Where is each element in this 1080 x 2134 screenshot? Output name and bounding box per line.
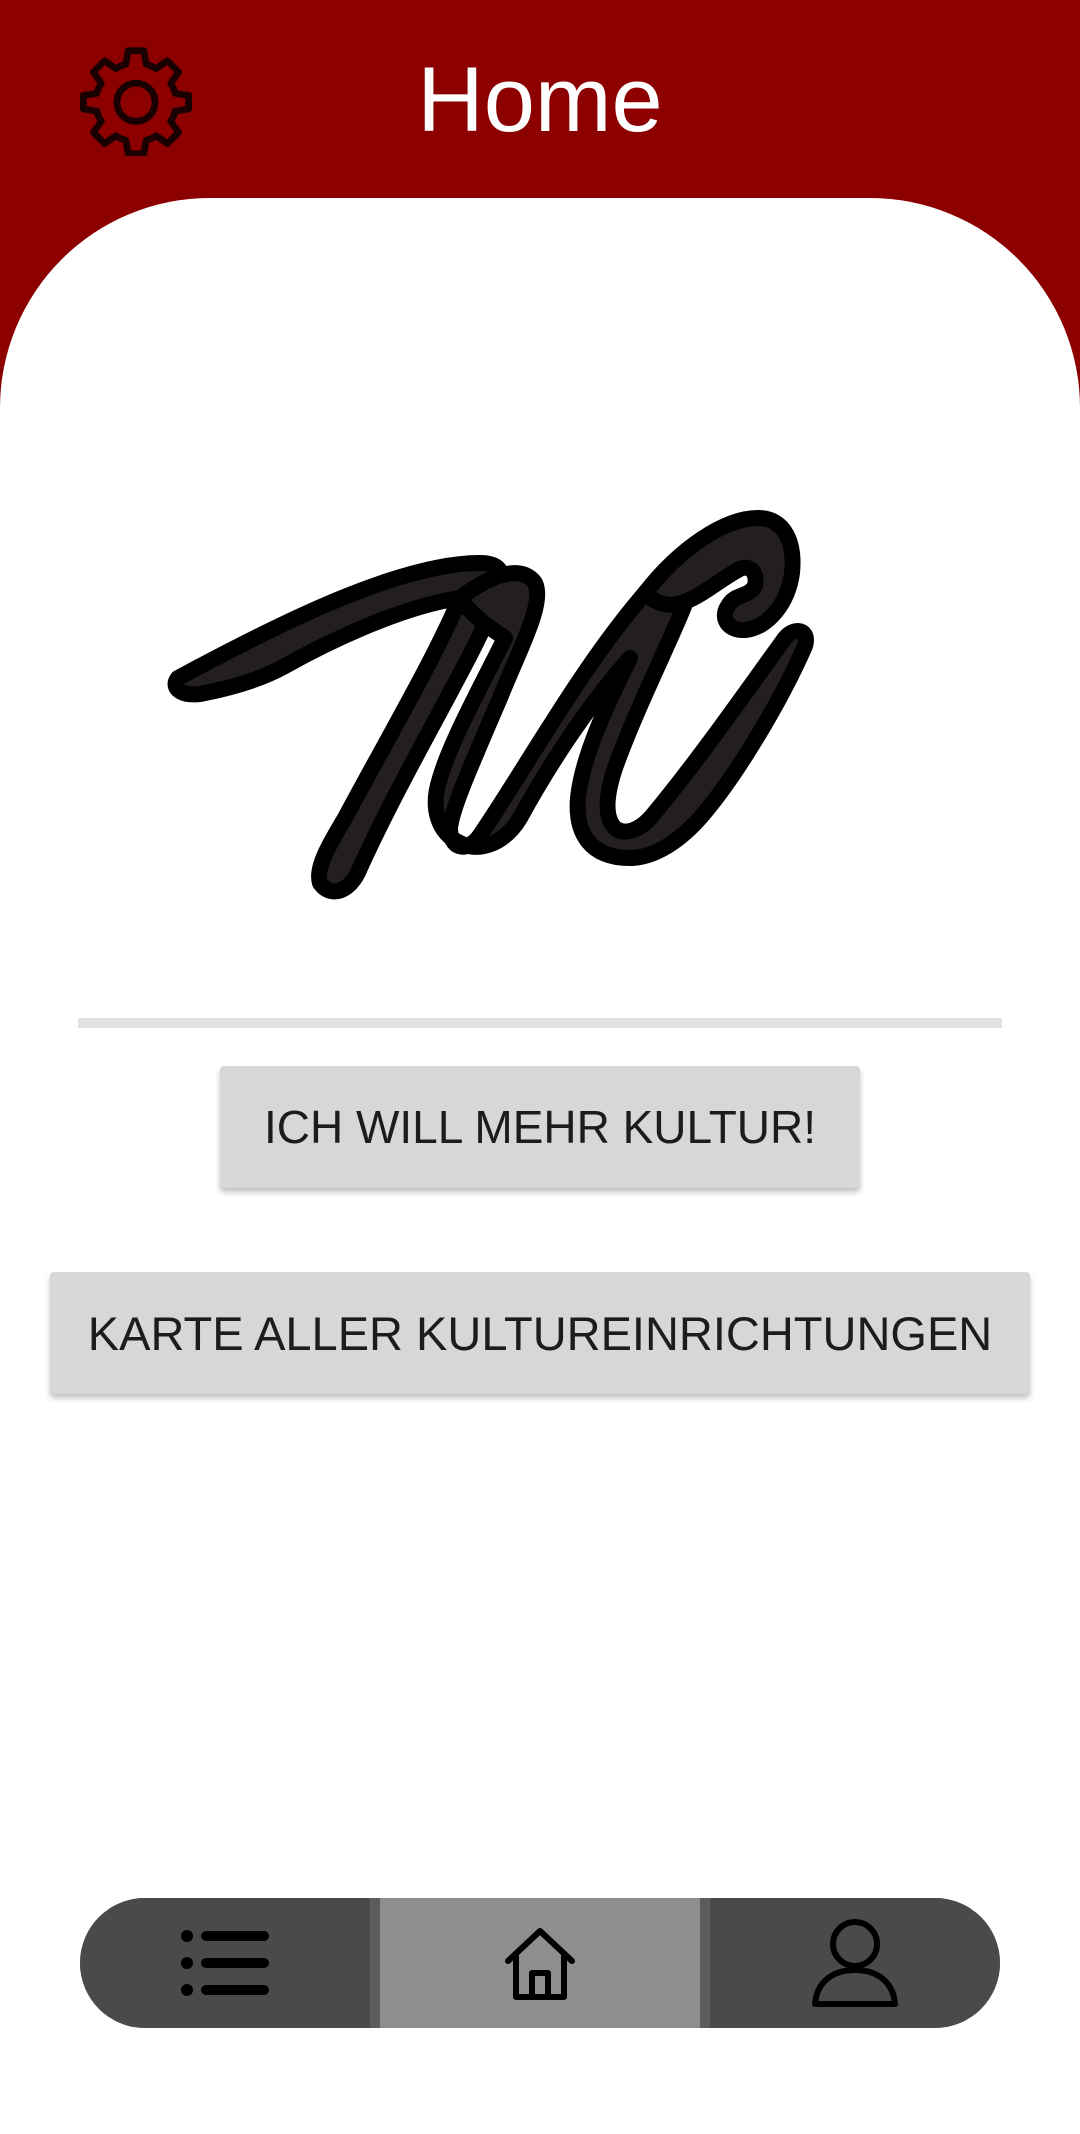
main-content: ICH WILL MEHR KULTUR! KARTE ALLER KULTUR…: [0, 198, 1080, 2134]
nav-item-profile[interactable]: [710, 1898, 1000, 2028]
app-header: Home: [0, 0, 1080, 200]
mehr-kultur-button[interactable]: ICH WILL MEHR KULTUR!: [220, 1066, 860, 1188]
page-title: Home: [417, 49, 663, 151]
list-icon: [181, 1930, 269, 1996]
karte-kultureinrichtungen-button[interactable]: KARTE ALLER KULTUREINRICHTUNGEN: [50, 1272, 1030, 1394]
nav-item-home[interactable]: [370, 1898, 710, 2028]
home-icon: [505, 1928, 575, 2000]
bottom-navigation: [80, 1898, 1000, 2028]
mc-logo: [167, 510, 814, 900]
divider: [78, 1018, 1002, 1028]
nav-item-list[interactable]: [80, 1898, 370, 2028]
person-icon: [812, 1919, 898, 2007]
